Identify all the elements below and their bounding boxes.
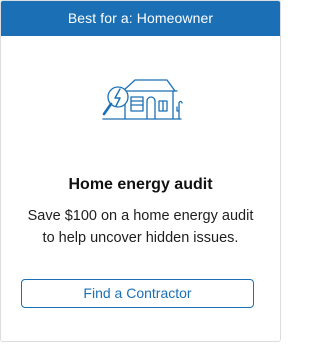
find-contractor-button[interactable]: Find a Contractor	[21, 279, 254, 308]
house-energy-audit-icon	[102, 79, 183, 120]
audience-banner: Best for a: Homeowner	[1, 1, 280, 36]
offer-card: Best for a: Homeowner Home energy audit …	[0, 0, 281, 342]
offer-description: Save $100 on a home energy audit to help…	[27, 208, 254, 246]
offer-title: Home energy audit	[68, 176, 213, 193]
